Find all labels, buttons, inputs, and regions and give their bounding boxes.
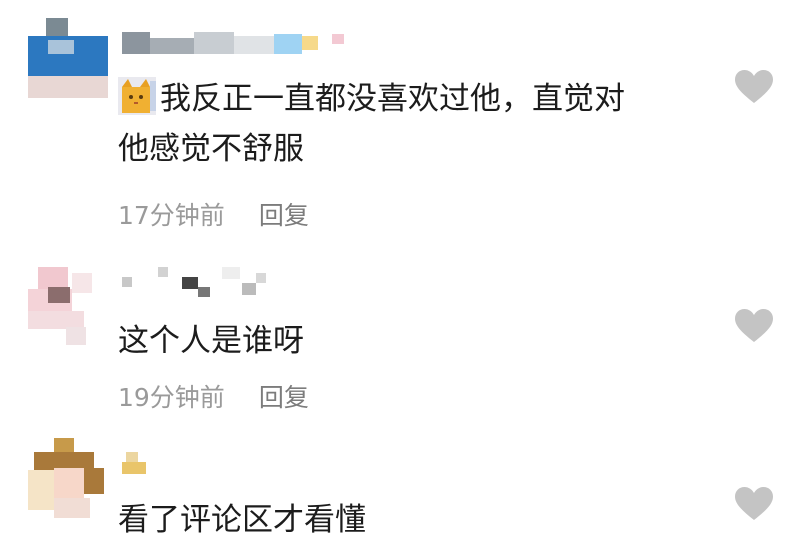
username-pixelated[interactable] (122, 32, 352, 56)
reply-button[interactable]: 回复 (259, 201, 309, 230)
heart-icon[interactable] (735, 487, 773, 521)
comment-text: 这个人是谁呀 (118, 323, 304, 359)
timestamp: 19分钟前 (118, 383, 225, 412)
comment-meta: 19分钟前 回复 (118, 378, 309, 414)
comment-text-line1: 我反正一直都没喜欢过他，直觉对 (160, 81, 625, 117)
heart-icon[interactable] (735, 309, 773, 343)
timestamp: 17分钟前 (118, 201, 225, 230)
comment-meta: 17分钟前 回复 (118, 196, 309, 232)
comment-line: 我反正一直都没喜欢过他，直觉对 (118, 74, 718, 124)
avatar[interactable] (28, 267, 108, 347)
heart-icon[interactable] (735, 70, 773, 104)
username-pixelated[interactable] (122, 450, 162, 474)
comment-item: 这个人是谁呀 19分钟前 回复 (0, 245, 800, 430)
reply-button[interactable]: 回复 (259, 383, 309, 412)
comment-text: 看了评论区才看懂 (118, 502, 366, 538)
avatar[interactable] (28, 438, 108, 518)
comment-item: 看了评论区才看懂 (0, 430, 800, 553)
username-pixelated[interactable] (122, 267, 272, 297)
cat-emoji (118, 77, 156, 115)
avatar[interactable] (28, 18, 108, 98)
comment-text-line2: 他感觉不舒服 (118, 131, 304, 167)
comment-item: 我反正一直都没喜欢过他，直觉对 他感觉不舒服 17分钟前 回复 (0, 0, 800, 245)
comment-text: 我反正一直都没喜欢过他，直觉对 他感觉不舒服 (118, 74, 718, 174)
